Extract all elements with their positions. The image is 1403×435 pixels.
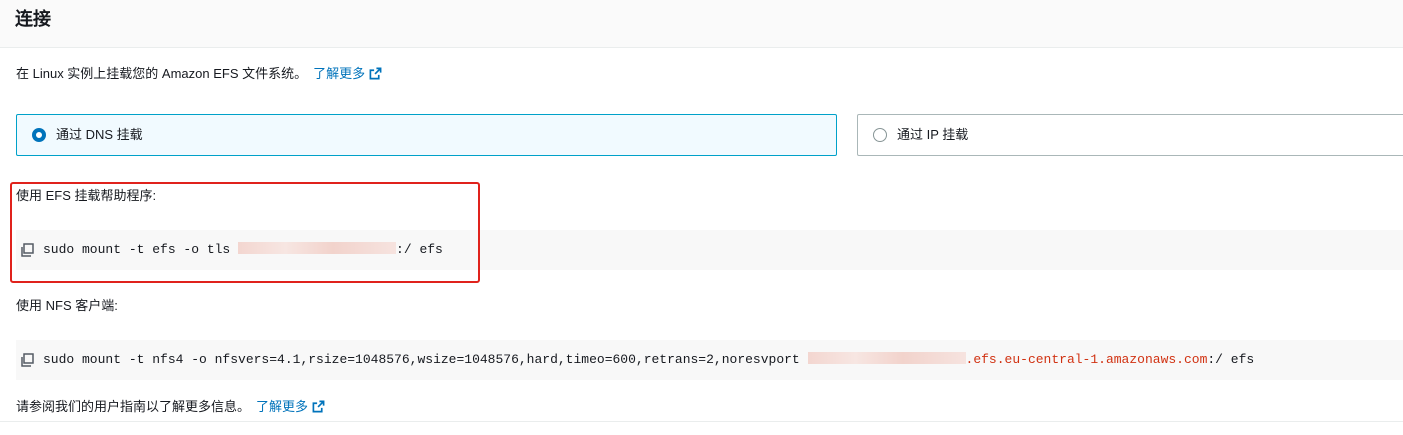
dns-option-label: 通过 DNS 挂载 (56, 127, 143, 142)
highlight-box (10, 182, 480, 283)
mount-via-ip-option[interactable]: 通过 IP 挂载 (857, 114, 1403, 156)
footer-description: 请参阅我们的用户指南以了解更多信息。 (16, 399, 251, 414)
nfs-client-command: sudo mount -t nfs4 -o nfsvers=4.1,rsize=… (43, 352, 1254, 368)
nfs-command-domain: .efs.eu-central-1.amazonaws.com (965, 352, 1208, 367)
learn-more-label: 了解更多 (313, 66, 366, 81)
copy-icon[interactable] (20, 353, 34, 367)
nfs-client-command-box: sudo mount -t nfs4 -o nfsvers=4.1,rsize=… (16, 340, 1403, 380)
divider (0, 421, 1403, 422)
mount-via-dns-option[interactable]: 通过 DNS 挂载 (16, 114, 837, 156)
nfs-command-prefix: sudo mount -t nfs4 -o nfsvers=4.1,rsize=… (43, 352, 808, 367)
intro-text: 在 Linux 实例上挂载您的 Amazon EFS 文件系统。 了解更多 (16, 66, 382, 82)
learn-more-link[interactable]: 了解更多 (313, 66, 382, 81)
dns-radio-button[interactable] (32, 128, 46, 142)
section-header: 连接 (0, 0, 1403, 48)
footer-learn-more-link[interactable]: 了解更多 (256, 399, 325, 414)
redacted-filesystem-host (807, 352, 966, 364)
footer-text: 请参阅我们的用户指南以了解更多信息。 了解更多 (16, 399, 325, 415)
intro-description: 在 Linux 实例上挂载您的 Amazon EFS 文件系统。 (16, 66, 308, 81)
ip-radio-button[interactable] (873, 128, 887, 142)
nfs-command-suffix: :/ efs (1207, 352, 1255, 367)
ip-option-label: 通过 IP 挂载 (897, 127, 969, 142)
section-title: 连接 (15, 9, 51, 29)
nfs-client-heading: 使用 NFS 客户端: (16, 298, 118, 313)
external-link-icon (369, 67, 382, 80)
footer-learn-more-label: 了解更多 (256, 399, 309, 414)
external-link-icon (312, 400, 325, 413)
